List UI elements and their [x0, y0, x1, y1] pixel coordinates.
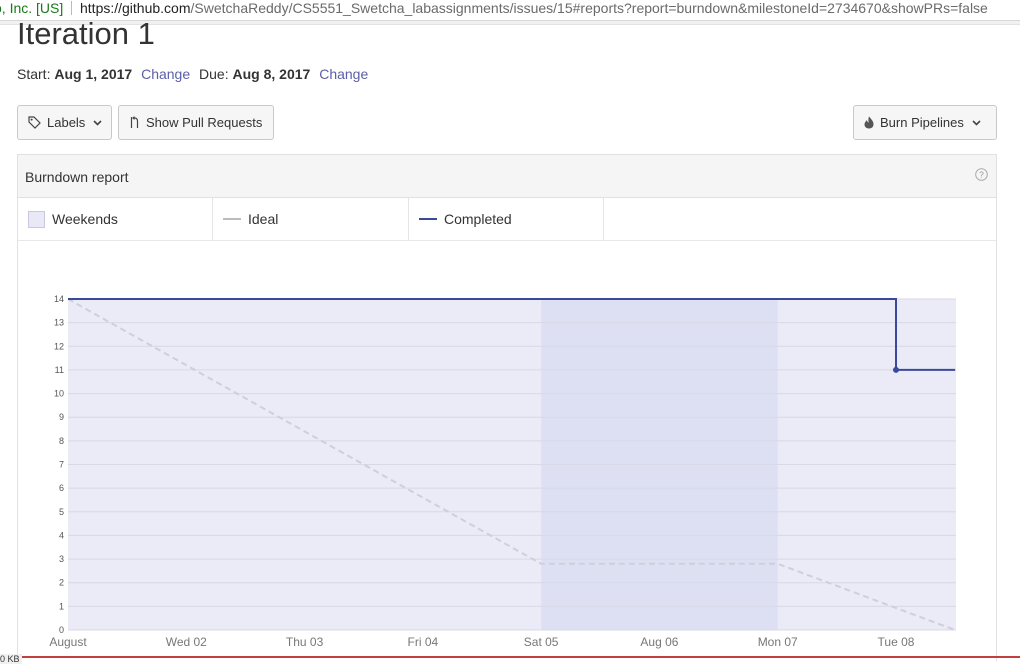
legend-label-completed: Completed: [444, 211, 512, 227]
y-tick-label: 6: [59, 483, 64, 493]
x-tick-label: Sat 05: [524, 635, 559, 649]
url-text[interactable]: https://github.com/SwetchaReddy/CS5551_S…: [80, 0, 988, 16]
due-label: Due:: [199, 66, 229, 82]
y-tick-label: 13: [54, 318, 64, 328]
y-tick-label: 10: [54, 389, 64, 399]
completed-swatch: [419, 218, 437, 220]
x-tick-label: Aug 06: [640, 635, 678, 649]
y-tick-label: 2: [59, 578, 64, 588]
completed-point-marker: [893, 366, 899, 373]
y-tick-label: 3: [59, 554, 64, 564]
legend-label-ideal: Ideal: [248, 211, 279, 227]
y-tick-label: 4: [59, 530, 64, 540]
chevron-down-icon: [972, 119, 981, 126]
labels-button-label: Labels: [47, 115, 86, 130]
y-tick-label: 7: [59, 460, 64, 470]
burn-pipelines-label: Burn Pipelines: [880, 115, 964, 130]
legend-label-weekends: Weekends: [52, 211, 118, 227]
start-label: Start:: [17, 66, 51, 82]
y-tick-label: 0: [59, 625, 64, 635]
y-tick-label: 5: [59, 507, 64, 517]
change-due-link[interactable]: Change: [319, 66, 368, 82]
legend-item-completed[interactable]: Completed: [409, 198, 604, 240]
svg-text:?: ?: [979, 170, 984, 180]
chevron-down-icon: [93, 119, 102, 126]
start-date: Aug 1, 2017: [54, 66, 133, 82]
chart-legend: Weekends Ideal Completed: [18, 198, 996, 241]
x-tick-label: Mon 07: [758, 635, 798, 649]
labels-button[interactable]: Labels: [17, 105, 112, 140]
address-separator: [71, 1, 72, 15]
show-pull-requests-button[interactable]: Show Pull Requests: [118, 105, 274, 140]
change-start-link[interactable]: Change: [141, 66, 190, 82]
due-date: Aug 8, 2017: [232, 66, 311, 82]
y-tick-label: 1: [59, 601, 64, 611]
ideal-swatch: [223, 218, 241, 220]
legend-item-ideal[interactable]: Ideal: [213, 198, 409, 240]
x-tick-label: Wed 02: [166, 635, 207, 649]
pull-request-icon: [129, 116, 140, 129]
y-tick-label: 12: [54, 341, 64, 351]
status-indicator: 0 KB: [0, 654, 22, 664]
burn-pipelines-button[interactable]: Burn Pipelines: [853, 105, 997, 140]
page-title: Iteration 1: [17, 16, 155, 51]
panel-header: Burndown report ?: [18, 155, 996, 198]
window-bottom-edge: [0, 656, 1020, 658]
x-tick-label: August: [49, 635, 87, 649]
flame-icon: [864, 116, 874, 129]
legend-item-weekends[interactable]: Weekends: [18, 198, 213, 240]
y-tick-label: 9: [59, 412, 64, 422]
burndown-chart: 01234567891011121314August Wed 02 Thu 03 Fr…: [49, 294, 956, 649]
x-tick-label: Thu 03: [286, 635, 324, 649]
y-tick-label: 11: [55, 365, 64, 375]
y-tick-label: 8: [59, 436, 64, 446]
tag-icon: [28, 116, 41, 129]
url-path: /SwetchaReddy/CS5551_Swetcha_labassignme…: [190, 0, 988, 16]
report-title: Burndown report: [25, 169, 129, 185]
x-tick-label: Tue 08: [878, 635, 915, 649]
milestone-dates: Start: Aug 1, 2017 Change Due: Aug 8, 20…: [17, 66, 368, 82]
show-pull-requests-label: Show Pull Requests: [146, 115, 263, 130]
y-tick-label: 14: [54, 294, 64, 304]
x-tick-label: Fri 04: [408, 635, 439, 649]
weekends-swatch: [28, 210, 45, 228]
help-icon[interactable]: ?: [975, 168, 988, 181]
